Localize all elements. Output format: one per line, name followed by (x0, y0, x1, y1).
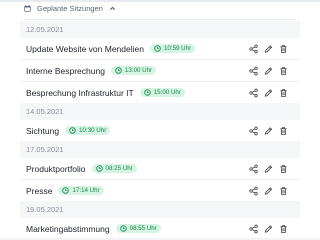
session-time: 17:14 Uhr (72, 187, 100, 194)
share-icon[interactable] (249, 66, 258, 75)
share-icon[interactable] (249, 126, 258, 135)
trash-icon[interactable] (279, 224, 288, 233)
row-actions (249, 66, 288, 75)
session-row[interactable]: Interne Besprechung 13:00 Uhr (20, 60, 300, 82)
pencil-icon[interactable] (264, 88, 273, 97)
pencil-icon[interactable] (264, 66, 273, 75)
session-title: Presse (26, 185, 53, 196)
session-list: 12.05.2021 Update Website von Mendelien 10… (20, 21, 300, 239)
clock-icon (143, 89, 151, 96)
trash-icon[interactable] (279, 164, 288, 173)
time-badge: 08:55 Uhr (115, 224, 161, 233)
trash-icon[interactable] (279, 126, 288, 135)
row-actions (249, 88, 288, 97)
time-badge: 15:00 Uhr (139, 88, 185, 97)
row-actions (249, 44, 288, 53)
row-actions (249, 224, 288, 233)
group-date: 14.05.2021 (20, 103, 300, 120)
trash-icon[interactable] (279, 88, 288, 97)
row-actions (249, 126, 288, 135)
pencil-icon[interactable] (264, 126, 273, 135)
session-time: 13:00 Uhr (124, 67, 153, 74)
trash-icon[interactable] (279, 186, 288, 195)
pencil-icon[interactable] (264, 224, 273, 233)
clock-icon (62, 187, 70, 194)
pencil-icon[interactable] (264, 164, 273, 173)
trash-icon[interactable] (279, 66, 288, 75)
row-actions (249, 186, 288, 195)
share-icon[interactable] (249, 88, 258, 97)
clock-icon (115, 67, 122, 74)
group-date: 12.05.2021 (20, 21, 300, 38)
date-group: 17.05.2021 Produktportfolio 08:25 Uhr Press… (20, 141, 300, 201)
session-time: 08:55 Uhr (129, 225, 157, 232)
clock-icon (119, 225, 127, 232)
session-title: Update Website von Mendelien (26, 43, 144, 54)
session-row[interactable]: Sichtung 10:30 Uhr (20, 120, 300, 141)
session-title: Sichtung (26, 125, 60, 136)
calendar-icon (24, 5, 31, 12)
chevron-up-icon[interactable] (109, 5, 116, 12)
share-icon[interactable] (249, 224, 258, 233)
session-row[interactable]: Presse 17:14 Uhr (20, 180, 300, 201)
group-date: 17.05.2021 (20, 141, 300, 158)
section-title: Geplante Sitzungen (37, 4, 103, 13)
session-row[interactable]: Marketingabstimmung 08:55 Uhr (20, 218, 300, 239)
time-badge: 17:14 Uhr (58, 186, 104, 195)
share-icon[interactable] (249, 164, 258, 173)
date-group: 14.05.2021 Sichtung 10:30 Uhr (20, 103, 300, 141)
section-header[interactable]: Geplante Sitzungen (24, 4, 116, 13)
group-date: 19.05.2021 (20, 201, 300, 218)
clock-icon (95, 165, 103, 172)
session-time: 15:00 Uhr (153, 89, 181, 96)
session-title: Interne Besprechung (26, 65, 105, 76)
date-group: 19.05.2021 Marketingabstimmung 08:55 Uhr (20, 201, 300, 239)
session-time: 10:59 Uhr (163, 45, 192, 52)
header-divider (24, 19, 296, 20)
clock-icon (154, 45, 161, 52)
session-title: Produktportfolio (26, 163, 86, 174)
pencil-icon[interactable] (264, 186, 273, 195)
share-icon[interactable] (249, 186, 258, 195)
time-badge: 10:30 Uhr (65, 126, 111, 135)
clock-icon (69, 127, 76, 134)
session-time: 10:30 Uhr (79, 127, 107, 134)
session-row[interactable]: Besprechung Infrastruktur IT 15:00 Uhr (20, 82, 300, 103)
session-time: 08:25 Uhr (105, 165, 133, 172)
session-row[interactable]: Update Website von Mendelien 10:59 Uhr (20, 38, 300, 60)
time-badge: 10:59 Uhr (149, 44, 196, 53)
row-actions (249, 164, 288, 173)
trash-icon[interactable] (279, 44, 288, 53)
pencil-icon[interactable] (264, 44, 273, 53)
time-badge: 08:25 Uhr (91, 164, 137, 173)
top-divider (0, 0, 320, 2)
share-icon[interactable] (249, 44, 258, 53)
session-title: Besprechung Infrastruktur IT (26, 87, 134, 98)
session-row[interactable]: Produktportfolio 08:25 Uhr (20, 158, 300, 180)
time-badge: 13:00 Uhr (110, 66, 157, 75)
date-group: 12.05.2021 Update Website von Mendelien 10… (20, 21, 300, 103)
session-title: Marketingabstimmung (26, 223, 110, 234)
